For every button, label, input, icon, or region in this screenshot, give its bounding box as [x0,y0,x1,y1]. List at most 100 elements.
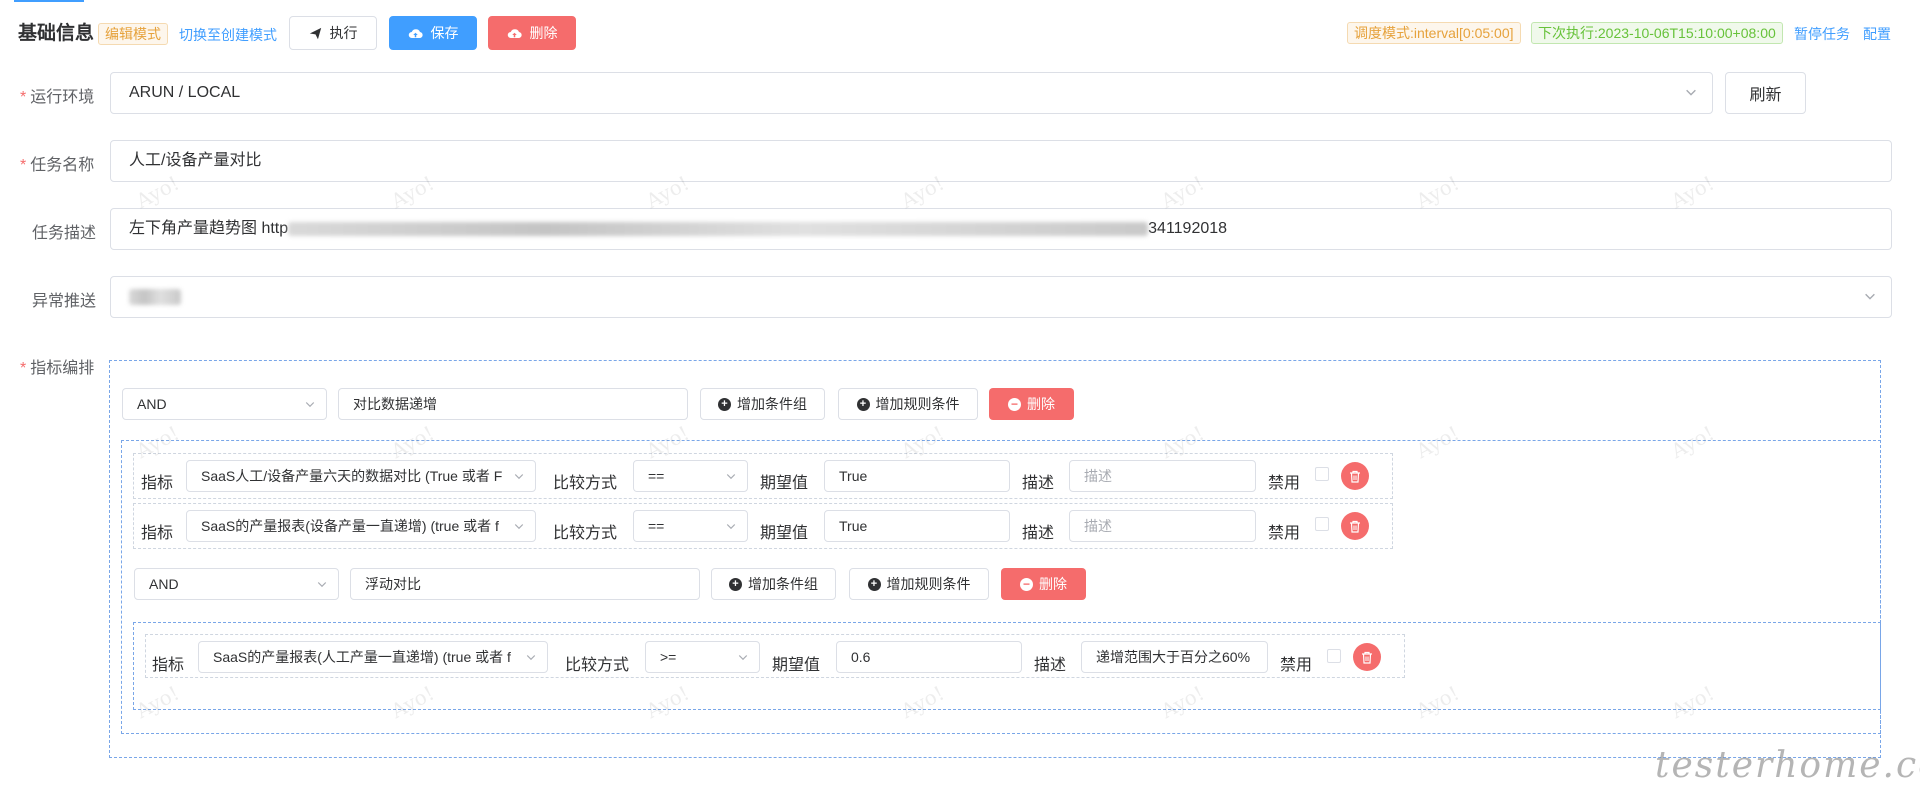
chevron-down-icon [1865,293,1875,300]
metric-label: 指标 [141,475,174,492]
metric-label: 指标 [152,657,185,674]
plus-circle-icon: + [867,577,881,591]
delete-condition-button[interactable] [1341,512,1369,540]
chevron-down-icon [317,582,327,588]
compare-value: == [648,518,665,534]
metric-value: SaaS的产量报表(人工产量一直递增) (true 或者 f [213,649,511,665]
add-rule-label: 增加规则条件 [875,396,960,412]
chevron-down-icon [514,524,524,530]
chevron-down-icon [1686,89,1696,96]
disable-checkbox[interactable] [1315,467,1329,481]
metric-label: 指标 [141,525,174,542]
disable-label: 禁用 [1268,525,1301,542]
delete-group-button[interactable]: − 删除 [989,388,1074,420]
switch-create-mode-link[interactable]: 切换至创建模式 [179,25,277,45]
task-name-value: 人工/设备产量对比 [129,152,262,169]
alert-push-select[interactable] [110,276,1892,318]
task-desc-prefix: 左下角产量趋势图 http [129,220,289,237]
task-desc-input[interactable]: 左下角产量趋势图 http 341192018 [110,208,1892,250]
env-value: ARUN / LOCAL [129,84,241,101]
delete-label: 删除 [529,25,558,41]
group-name-input[interactable]: 对比数据递增 [338,388,688,420]
rules-label: * 指标编排 [20,360,95,377]
disable-checkbox[interactable] [1327,649,1341,663]
delete-group-label: 删除 [1027,396,1055,412]
chevron-down-icon [526,655,536,661]
delete-group-button[interactable]: − 删除 [1001,568,1086,600]
redacted-alert-target [129,288,181,305]
expect-label: 期望值 [760,475,809,492]
page-header: 基础信息 编辑模式 切换至创建模式 执行 保存 删除 调度模式:interval… [0,0,1920,66]
expect-label: 期望值 [772,657,821,674]
refresh-button[interactable]: 刷新 [1725,72,1806,114]
save-button[interactable]: 保存 [389,16,477,50]
edit-mode-badge: 编辑模式 [98,23,168,45]
compare-label: 比较方式 [553,525,618,542]
execute-button[interactable]: 执行 [289,16,377,50]
desc-label: 描述 [1034,657,1067,674]
expect-input[interactable]: True [824,460,1010,492]
trash-icon [1350,520,1360,533]
desc-input[interactable]: 描述 [1069,460,1256,492]
desc-input[interactable]: 递增范围大于百分之60% [1081,641,1268,673]
redacted-url [288,221,1149,236]
metric-select[interactable]: SaaS人工/设备产量六天的数据对比 (True 或者 F [186,460,536,492]
logic-select[interactable]: AND [122,388,327,420]
add-rule-label: 增加规则条件 [886,576,971,592]
disable-checkbox[interactable] [1315,517,1329,531]
env-label: * 运行环境 [20,89,95,106]
plus-circle-icon: + [718,397,731,411]
delete-condition-button[interactable] [1341,462,1369,490]
send-icon [309,27,321,39]
trash-icon [1362,651,1372,664]
minus-circle-icon: − [1020,577,1033,591]
compare-select[interactable]: == [633,460,748,492]
compare-label: 比较方式 [565,657,630,674]
compare-select[interactable]: == [633,510,748,542]
compare-label: 比较方式 [553,475,618,492]
desc-input[interactable]: 描述 [1069,510,1256,542]
site-watermark: testerhome.com [1655,745,1920,786]
minus-circle-icon: − [1008,397,1021,411]
task-desc-suffix: 341192018 [1148,220,1228,237]
chevron-down-icon [305,402,315,408]
metric-select[interactable]: SaaS的产量报表(设备产量一直递增) (true 或者 f [186,510,536,542]
metric-value: SaaS人工/设备产量六天的数据对比 (True 或者 F [201,468,503,484]
cloud-upload-icon [408,28,423,38]
add-condition-group-button[interactable]: + 增加条件组 [711,568,836,600]
expect-input[interactable]: True [824,510,1010,542]
metric-select[interactable]: SaaS的产量报表(人工产量一直递增) (true 或者 f [198,641,548,673]
next-execution-tag: 下次执行:2023-10-06T15:10:00+08:00 [1531,22,1783,44]
logic-value: AND [149,576,179,592]
disable-label: 禁用 [1268,475,1301,492]
compare-select[interactable]: >= [645,641,760,673]
plus-circle-icon: + [856,397,870,411]
task-name-input[interactable]: 人工/设备产量对比 [110,140,1892,182]
delete-task-button[interactable]: 删除 [488,16,576,50]
delete-condition-button[interactable] [1353,643,1381,671]
add-condition-group-button[interactable]: + 增加条件组 [700,388,825,420]
compare-value: >= [660,649,677,665]
config-link[interactable]: 配置 [1863,24,1891,44]
task-name-label: * 任务名称 [20,157,95,174]
pause-task-link[interactable]: 暂停任务 [1794,24,1850,44]
execute-label: 执行 [329,25,358,41]
group-name-input[interactable]: 浮动对比 [350,568,700,600]
chevron-down-icon [738,655,748,661]
disable-label: 禁用 [1280,657,1313,674]
metric-value: SaaS的产量报表(设备产量一直递增) (true 或者 f [201,518,499,534]
expect-input[interactable]: 0.6 [836,641,1022,673]
desc-label: 描述 [1022,525,1055,542]
add-rule-condition-button[interactable]: + 增加规则条件 [838,388,978,420]
env-select[interactable]: ARUN / LOCAL [110,72,1713,114]
add-rule-condition-button[interactable]: + 增加规则条件 [849,568,989,600]
logic-value: AND [137,396,167,412]
desc-label: 描述 [1022,475,1055,492]
schedule-mode-tag: 调度模式:interval[0:05:00] [1347,22,1521,44]
trash-icon [1350,470,1360,483]
section-title: 基础信息 [18,23,95,44]
add-group-label: 增加条件组 [737,396,807,412]
plus-circle-icon: + [729,577,742,591]
logic-select[interactable]: AND [134,568,339,600]
task-desc-label: 任务描述 [32,225,97,242]
